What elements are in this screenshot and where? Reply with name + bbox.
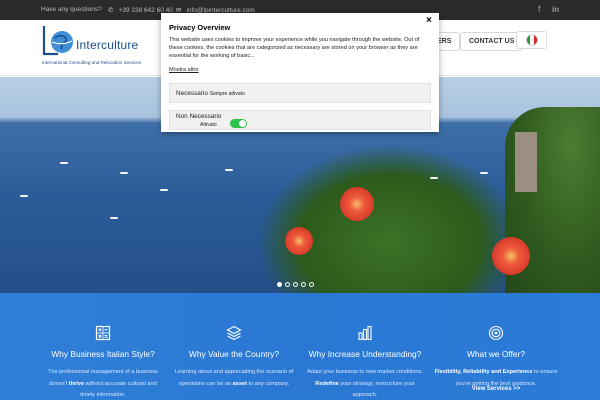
calculator-icon	[95, 325, 111, 341]
hero-bush	[260, 147, 520, 293]
feature-desc: The professional management of a busines…	[47, 369, 159, 398]
bar-chart-icon	[358, 325, 372, 341]
show-more-link[interactable]: Mostra altro	[169, 67, 199, 73]
hero-flower	[340, 187, 374, 221]
privacy-modal: Privacy Overview × This website uses coo…	[161, 13, 439, 132]
modal-title: Privacy Overview	[169, 23, 231, 32]
logo-text: Interculture	[76, 38, 139, 52]
hero-flower	[492, 237, 530, 275]
logo[interactable]: Interculture International Consulting an…	[38, 24, 152, 68]
layers-icon	[226, 325, 242, 341]
slider-dot[interactable]	[277, 282, 282, 287]
feature-title: Why Value the Country?	[188, 349, 280, 359]
slider-dot[interactable]	[301, 282, 306, 287]
cookie-row-label: Non Necessario	[176, 113, 222, 120]
feature-title: Why Business Italian Style?	[51, 349, 155, 359]
cookie-status: Sempre attivato	[209, 91, 245, 97]
hero-boat	[110, 217, 118, 219]
hero-boat	[430, 177, 438, 179]
linkedin-icon[interactable]: in	[552, 5, 559, 14]
slider-dot[interactable]	[309, 282, 314, 287]
hero-boat	[480, 172, 488, 174]
italy-flag-icon	[525, 34, 538, 46]
facebook-icon[interactable]: f	[538, 4, 541, 14]
cookie-status: Attivato	[200, 122, 217, 128]
logo-tagline: International Consulting and Relocation …	[42, 60, 142, 65]
feature-desc: Learning about and appreciating the scen…	[174, 369, 294, 387]
hero-boat	[20, 195, 28, 197]
language-flag-button[interactable]	[516, 31, 547, 49]
modal-text: This website uses cookies to improve you…	[169, 37, 420, 60]
hero-boat	[160, 189, 168, 191]
hero-flower	[285, 227, 313, 255]
feature-desc: Adapt your business to new market condit…	[307, 369, 423, 398]
questions-text: Have any questions?	[41, 6, 102, 13]
hero-boat	[225, 169, 233, 171]
cookie-toggle[interactable]	[230, 119, 247, 128]
cookie-row-label: Necessario Sempre attivato	[176, 90, 245, 97]
feature-title: What we Offer?	[466, 349, 526, 359]
globe-logo-icon	[42, 26, 73, 56]
hero-boat	[120, 172, 128, 174]
nav-item-contact-us[interactable]: CONTACT US	[460, 32, 524, 51]
slider-dots	[277, 282, 314, 287]
hero-boat	[60, 162, 68, 164]
phone-icon: ✆	[108, 7, 114, 14]
features-section: Why Business Italian Style? The professi…	[0, 293, 600, 400]
slider-dot[interactable]	[285, 282, 290, 287]
cookie-row-necessary[interactable]: Necessario Sempre attivato	[169, 83, 431, 103]
slider-dot[interactable]	[293, 282, 298, 287]
cookie-row-non-necessary[interactable]: Non Necessario Attivato	[169, 110, 431, 130]
close-icon[interactable]: ×	[426, 15, 432, 26]
target-icon	[488, 325, 504, 341]
feature-title: Why Increase Understanding?	[308, 349, 422, 359]
view-services-link[interactable]: View Services >>	[421, 386, 571, 392]
